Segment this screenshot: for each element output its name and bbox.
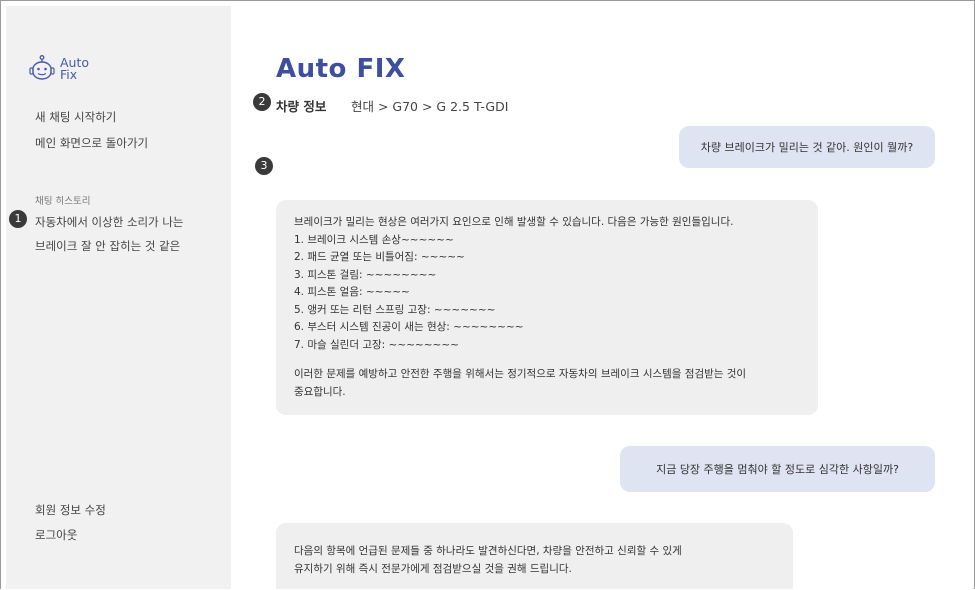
bot-message-2: 다음의 항목에 언급된 문제들 중 하나라도 발견하신다면, 차량을 안전하고 … bbox=[276, 523, 793, 589]
app-window: Auto Fix 새 채팅 시작하기 메인 화면으로 돌아가기 채팅 히스토리 … bbox=[0, 0, 975, 589]
bot-message-1: 브레이크가 밀리는 현상은 여러가지 요인으로 인해 발생할 수 있습니다. 다… bbox=[276, 200, 818, 415]
logout-link[interactable]: 로그아웃 bbox=[35, 527, 77, 543]
bot1-line: 중요합니다. bbox=[294, 385, 346, 398]
bot1-line: 이러한 문제를 예방하고 안전한 주행을 위해서는 정기적으로 자동차의 브레이… bbox=[294, 368, 747, 380]
edit-profile-link[interactable]: 회원 정보 수정 bbox=[35, 502, 106, 518]
chat-history-label: 채팅 히스토리 bbox=[35, 196, 91, 207]
chat-main: Auto FIX 차량 정보 현대 > G70 > G 2.5 T-GDI 차량… bbox=[231, 6, 974, 589]
history-item-1[interactable]: 자동차에서 이상한 소리가 나는 bbox=[35, 214, 184, 230]
back-to-main-link[interactable]: 메인 화면으로 돌아가기 bbox=[35, 135, 148, 151]
user-message-1-text: 차량 브레이크가 밀리는 것 같아. 원인이 뭘까? bbox=[700, 141, 914, 154]
logo[interactable]: Auto Fix bbox=[28, 54, 89, 84]
new-chat-link[interactable]: 새 채팅 시작하기 bbox=[35, 109, 116, 125]
user-message-1: 차량 브레이크가 밀리는 것 같아. 원인이 뭘까? bbox=[679, 126, 935, 168]
user-message-2: 지금 당장 주행을 멈춰야 할 정도로 심각한 사항일까? bbox=[620, 446, 935, 492]
bot1-line: 5. 앵커 또는 리턴 스프링 고장: ~~~~~~~ bbox=[294, 303, 496, 316]
bot1-line: 6. 부스터 시스템 진공이 새는 현상: ~~~~~~~~ bbox=[294, 321, 524, 333]
logo-line2: Fix bbox=[60, 67, 78, 82]
history-item-2[interactable]: 브레이크 잘 안 잡히는 것 같은 bbox=[35, 238, 180, 254]
sidebar: Auto Fix 새 채팅 시작하기 메인 화면으로 돌아가기 채팅 히스토리 … bbox=[6, 6, 231, 589]
page-title: Auto FIX bbox=[276, 54, 406, 84]
logo-text: Auto Fix bbox=[60, 56, 89, 82]
bot1-line: 3. 피스톤 걸림: ~~~~~~~~ bbox=[294, 268, 437, 281]
bot1-line: 4. 피스톤 얼음: ~~~~~ bbox=[294, 286, 410, 298]
bot2-line: 다음의 항목에 언급된 문제들 중 하나라도 발견하신다면, 차량을 안전하고 … bbox=[294, 545, 682, 557]
bot1-line: 2. 패드 균열 또는 비틀어짐: ~~~~~ bbox=[294, 251, 465, 263]
annotation-badge-1: 1 bbox=[9, 210, 27, 228]
bot1-line: 7. 마슬 실린더 고장: ~~~~~~~~ bbox=[294, 338, 459, 351]
bot2-line: 유지하기 위해 즉시 전문가에게 점검받으실 것을 권해 드립니다. bbox=[294, 562, 572, 575]
bot1-line: 브레이크가 밀리는 현상은 여러가지 요인으로 인해 발생할 수 있습니다. 다… bbox=[294, 216, 734, 228]
vehicle-info-label: 차량 정보 bbox=[276, 99, 327, 114]
vehicle-info-value: 현대 > G70 > G 2.5 T-GDI bbox=[351, 99, 509, 114]
bot1-line: 1. 브레이크 시스템 손상~~~~~~ bbox=[294, 233, 454, 246]
robot-logo-icon bbox=[29, 55, 55, 80]
user-message-2-text: 지금 당장 주행을 멈춰야 할 정도로 심각한 사항일까? bbox=[656, 463, 899, 476]
bot1-spacer bbox=[294, 354, 800, 366]
